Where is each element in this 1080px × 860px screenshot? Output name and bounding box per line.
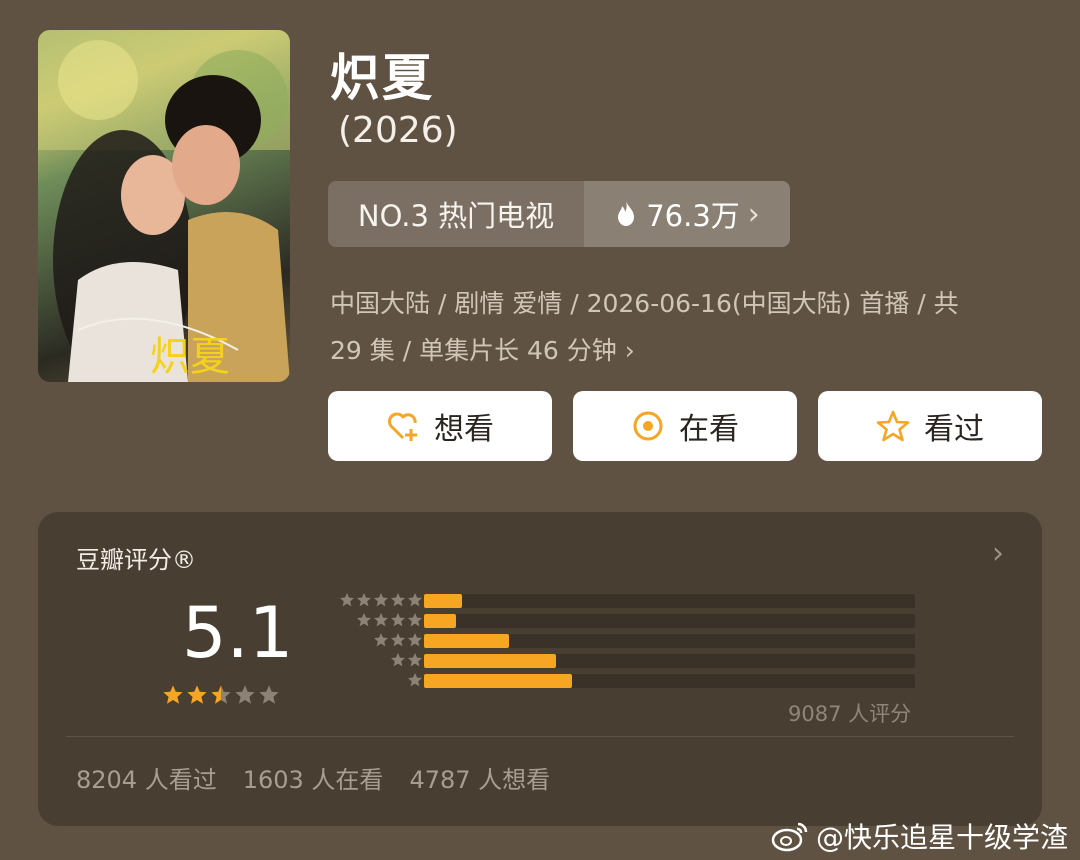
distribution-stars	[373, 632, 423, 648]
star-empty-icon	[235, 685, 255, 704]
distribution-stars	[339, 592, 423, 608]
star-half-icon	[211, 685, 231, 704]
page-title: 炽夏	[330, 49, 434, 107]
poster-calligraphy: 炽夏	[150, 334, 230, 380]
watching-button[interactable]: 在看	[573, 391, 797, 461]
star-icon	[357, 613, 371, 627]
distribution-row-1-star	[321, 672, 931, 688]
watched-label: 看过	[924, 412, 984, 447]
release-year: (2026)	[338, 110, 458, 151]
star-icon	[374, 613, 388, 627]
want-button[interactable]: 想看	[328, 391, 552, 461]
star-icon	[391, 653, 405, 667]
distribution-row-3-star	[321, 632, 931, 648]
star-icon	[391, 613, 405, 627]
distribution-bar-track	[424, 634, 915, 648]
watching-label: 在看	[679, 412, 739, 447]
ranking-box[interactable]: NO.3 热门电视 76.3万 ›	[328, 181, 790, 247]
star-icon	[408, 673, 422, 687]
distribution-stars	[390, 652, 423, 668]
weibo-logo-icon	[771, 822, 808, 852]
rating-card: 豆瓣评分® › 5.1 9087 人评分 8204 人看过 1603 人在看 4…	[38, 512, 1042, 826]
distribution-bar-fill	[424, 634, 509, 648]
star-icon	[408, 653, 422, 667]
watching-count[interactable]: 1603 人在看	[243, 760, 384, 795]
distribution-bar-fill	[424, 654, 556, 668]
distribution-stars	[407, 672, 423, 688]
distribution-row-2-star	[321, 652, 931, 668]
star-icon	[391, 593, 405, 607]
watermark-text: @快乐追星十级学渣	[815, 821, 1068, 854]
distribution-bar-fill	[424, 614, 456, 628]
want-count[interactable]: 4787 人想看	[409, 760, 550, 795]
raters-count: 9087 人评分	[788, 702, 912, 726]
star-icon	[374, 633, 388, 647]
star-icon	[340, 593, 354, 607]
heat-link[interactable]: 76.3万 ›	[584, 181, 790, 247]
meta-line-2: 29 集 / 单集片长 46 分钟	[330, 336, 617, 365]
distribution-bar-fill	[424, 674, 572, 688]
distribution-bar-fill	[424, 594, 462, 608]
show-meta[interactable]: 中国大陆 / 剧情 爱情 / 2026-06-16(中国大陆) 首播 / 共 2…	[330, 280, 1030, 374]
flame-icon	[618, 201, 635, 226]
distribution-row-4-star	[321, 612, 931, 628]
poster-artwork: 炽夏	[38, 30, 290, 382]
star-icon	[391, 633, 405, 647]
watched-button[interactable]: 看过	[818, 391, 1042, 461]
star-filled-icon	[163, 685, 183, 704]
star-icon	[374, 593, 388, 607]
star-icon	[408, 593, 422, 607]
score-stars	[162, 684, 280, 706]
rating-header: 豆瓣评分®	[76, 546, 196, 574]
audience-counts: 8204 人看过 1603 人在看 4787 人想看	[76, 760, 550, 795]
heart-plus-icon	[388, 412, 417, 441]
distribution-row-5-star	[321, 592, 931, 608]
watermark: @快乐追星十级学渣	[770, 816, 1068, 856]
poster-image[interactable]: 炽夏	[38, 30, 290, 382]
divider	[66, 736, 1014, 737]
want-label: 想看	[434, 412, 494, 447]
distribution-stars	[356, 612, 423, 628]
star-filled-icon	[187, 685, 207, 704]
star-icon	[408, 613, 422, 627]
distribution-bar-track	[424, 674, 915, 688]
heat-value: 76.3万	[646, 199, 740, 233]
meta-line-1: 中国大陆 / 剧情 爱情 / 2026-06-16(中国大陆) 首播 / 共	[330, 289, 959, 318]
chevron-right-icon: ›	[747, 196, 760, 232]
star-outline-icon	[876, 410, 910, 442]
watched-count[interactable]: 8204 人看过	[76, 760, 217, 795]
distribution-bar-track	[424, 594, 915, 608]
target-icon	[633, 411, 663, 441]
chevron-right-icon: ›	[624, 336, 635, 365]
star-empty-icon	[259, 685, 279, 704]
distribution-bar-track	[424, 654, 915, 668]
star-icon	[357, 593, 371, 607]
chevron-right-icon[interactable]: ›	[992, 536, 1004, 571]
rating-score: 5.1	[182, 592, 294, 674]
star-icon	[408, 633, 422, 647]
rank-label: NO.3 热门电视	[357, 199, 555, 233]
distribution-bar-track	[424, 614, 915, 628]
